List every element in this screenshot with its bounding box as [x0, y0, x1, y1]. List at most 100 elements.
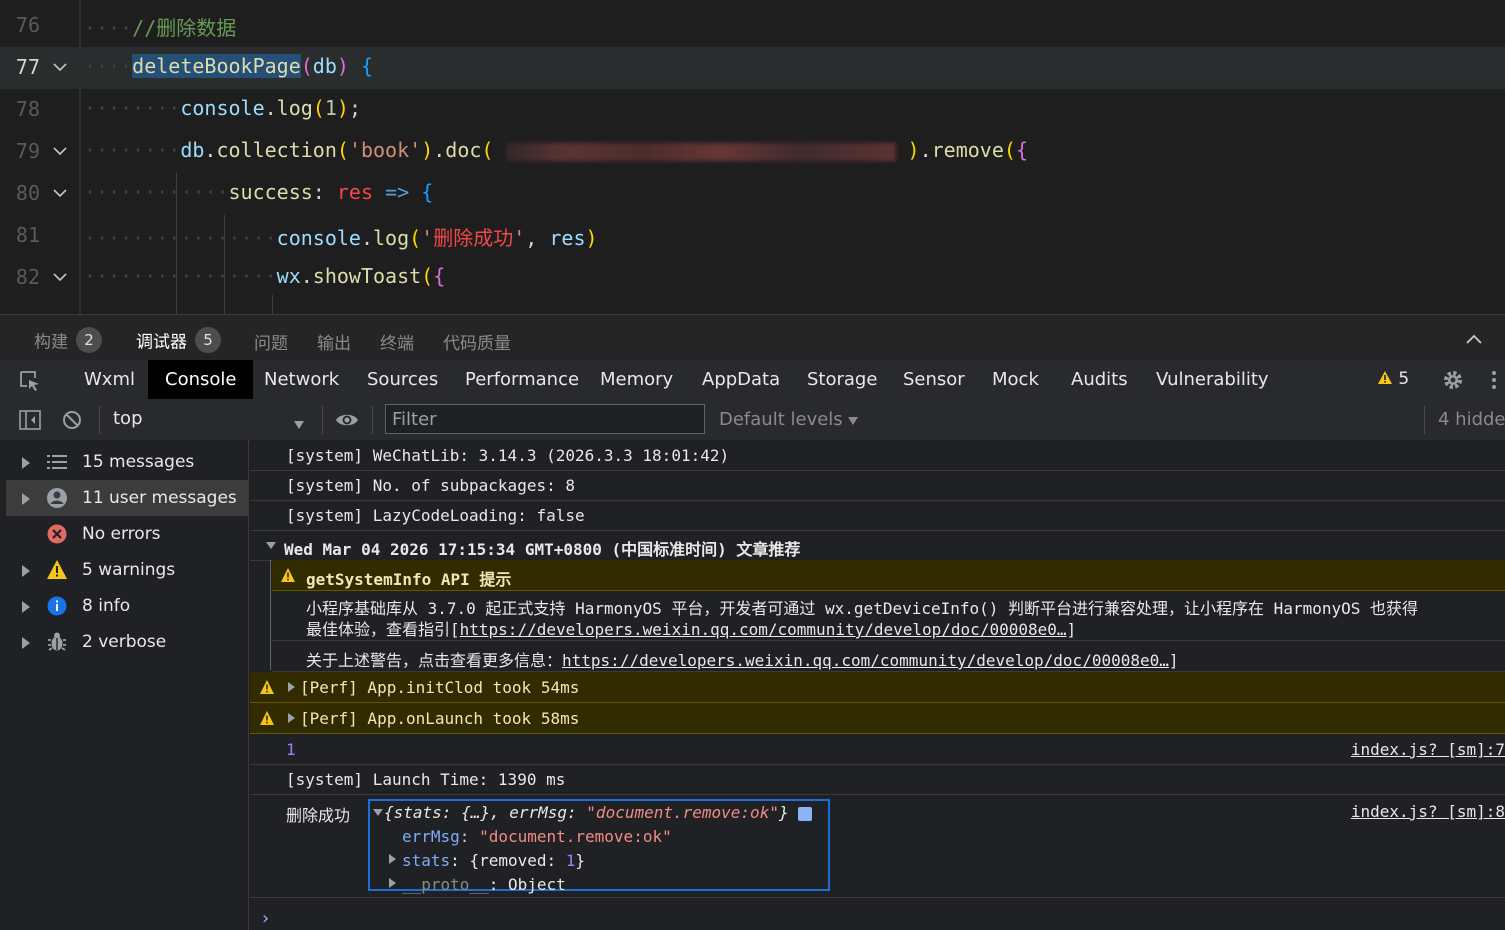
tab-wxml[interactable]: Wxml	[67, 360, 152, 399]
code-line-77[interactable]: 77 ····deleteBookPage(db) {	[0, 47, 1505, 89]
expand-arrow-icon[interactable]	[22, 457, 30, 469]
chevron-down-icon[interactable]	[52, 143, 68, 159]
console-toolbar: top Default levels 4 hidden	[0, 400, 1505, 441]
console-message[interactable]: 小程序基础库从 3.7.0 起正式支持 HarmonyOS 平台，开发者可通过 …	[272, 590, 1505, 641]
dropdown-arrow-icon[interactable]	[293, 415, 305, 434]
filter-input[interactable]	[385, 404, 705, 434]
expand-arrow-icon[interactable]	[389, 854, 396, 864]
console-message[interactable]: 关于上述警告，点击查看更多信息：https://developers.weixi…	[272, 641, 1505, 672]
sidebar-item-messages[interactable]: 15 messages	[6, 444, 248, 480]
chevron-down-icon[interactable]	[52, 59, 68, 75]
tab-mock[interactable]: Mock	[975, 360, 1056, 399]
tab-network[interactable]: Network	[247, 360, 356, 399]
expand-arrow-icon[interactable]	[288, 682, 295, 692]
expand-arrow-icon[interactable]	[22, 637, 30, 649]
warning-counter[interactable]: 5	[1377, 369, 1409, 389]
code-editor[interactable]: 76 ····//删除数据 77 ····deleteBookPage(db) …	[0, 0, 1505, 314]
tab-vulnerability[interactable]: Vulnerability	[1139, 360, 1286, 399]
sidebar-item-warnings[interactable]: 5 warnings	[6, 552, 248, 588]
expand-arrow-icon[interactable]	[22, 565, 30, 577]
code-text: ····//删除数据	[84, 16, 237, 40]
console-prompt[interactable]: ›	[262, 908, 269, 929]
tab-sources[interactable]: Sources	[350, 360, 455, 399]
warning-icon	[260, 711, 274, 725]
console-warning[interactable]: getSystemInfo API 提示	[272, 560, 1505, 591]
tab-output[interactable]: 输出	[317, 329, 351, 354]
sidebar-item-user-messages[interactable]: 11 user messages	[6, 480, 248, 516]
inspect-element-icon[interactable]	[18, 369, 42, 393]
bug-icon	[46, 631, 68, 653]
doc-link[interactable]: https://developers.weixin.qq.com/communi…	[460, 620, 1067, 639]
code-line-78[interactable]: 78 ········console.log(1);	[0, 89, 1505, 131]
tab-appdata[interactable]: AppData	[685, 360, 797, 399]
tab-badge: 5	[195, 327, 221, 353]
tab-sensor[interactable]: Sensor	[886, 360, 982, 399]
code-line-79[interactable]: 79 ········db.collection('book').doc( ).…	[0, 131, 1505, 173]
code-line-82[interactable]: 82 ················wx.showToast({	[0, 257, 1505, 299]
line-number: 78	[15, 97, 40, 121]
sidebar-item-info[interactable]: 8 info	[6, 588, 248, 624]
tab-memory[interactable]: Memory	[583, 360, 690, 399]
panel-tab-bar: 构建 2 调试器 5 问题 输出 终端 代码质量	[0, 314, 1505, 361]
sidebar-item-errors[interactable]: No errors	[6, 516, 248, 552]
console-log[interactable]: 1 index.js? [sm]:7	[250, 734, 1505, 765]
clear-console-icon[interactable]	[60, 409, 84, 431]
console-message[interactable]: [system] No. of subpackages: 8	[250, 470, 1505, 501]
eye-icon[interactable]	[334, 409, 360, 431]
collapse-arrow-icon[interactable]	[373, 809, 383, 816]
expand-arrow-icon[interactable]	[288, 713, 295, 723]
line-number: 79	[15, 139, 40, 163]
toolbar-separator	[99, 406, 100, 434]
tab-code-quality[interactable]: 代码质量	[443, 329, 511, 354]
toolbar-separator	[1424, 406, 1425, 434]
console-output[interactable]: [system] WeChatLib: 3.14.3 (2026.3.3 18:…	[250, 440, 1505, 930]
line-number: 82	[15, 265, 40, 289]
console-message[interactable]: [system] Launch Time: 1390 ms	[250, 764, 1505, 795]
code-text: ········db.collection('book').doc( ).rem…	[84, 138, 1028, 162]
console-message[interactable]: [system] LazyCodeLoading: false	[250, 500, 1505, 531]
warning-icon	[260, 680, 274, 694]
console-group-header[interactable]: Wed Mar 04 2026 17:15:34 GMT+0800 (中国标准时…	[250, 530, 1505, 561]
expand-arrow-icon[interactable]	[22, 601, 30, 613]
console-warning[interactable]: [Perf] App.onLaunch took 58ms	[250, 703, 1505, 734]
expand-arrow-icon[interactable]	[389, 878, 396, 888]
toolbar-separator	[372, 406, 373, 434]
console-warning[interactable]: [Perf] App.initClod took 54ms	[250, 672, 1505, 703]
context-selector[interactable]: top	[113, 408, 313, 432]
group-indent-bar	[270, 560, 271, 670]
code-text: ········console.log(1);	[84, 96, 361, 120]
collapse-arrow-icon[interactable]	[266, 542, 276, 549]
chevron-up-icon[interactable]	[1465, 331, 1483, 345]
chevron-down-icon[interactable]	[52, 269, 68, 285]
doc-link[interactable]: https://developers.weixin.qq.com/communi…	[562, 651, 1169, 670]
tab-build[interactable]: 构建 2	[34, 327, 102, 353]
expand-arrow-icon[interactable]	[22, 493, 30, 505]
tab-terminal[interactable]: 终端	[380, 329, 414, 354]
console-sidebar: 15 messages 11 user messages No errors 5…	[0, 440, 249, 930]
sidebar-toggle-icon[interactable]	[18, 409, 42, 431]
log-levels-dropdown[interactable]: Default levels	[719, 409, 859, 430]
code-text: ····deleteBookPage(db) {	[84, 54, 374, 78]
more-options-icon[interactable]	[1488, 368, 1500, 392]
tab-console[interactable]: Console	[148, 360, 254, 399]
indent-guide	[176, 173, 177, 314]
code-line-81[interactable]: 81 ················console.log('删除成功', r…	[0, 215, 1505, 257]
tab-storage[interactable]: Storage	[790, 360, 894, 399]
tab-problems[interactable]: 问题	[254, 329, 288, 354]
gear-icon[interactable]	[1441, 368, 1465, 392]
tab-debugger[interactable]: 调试器 5	[136, 327, 221, 353]
code-line-76[interactable]: 76 ····//删除数据	[0, 5, 1505, 47]
tab-performance[interactable]: Performance	[448, 360, 596, 399]
hidden-messages-count: 4 hidden	[1438, 409, 1505, 430]
object-inspector[interactable]: {stats: {…}, errMsg: "document.remove:ok…	[368, 799, 830, 894]
console-message[interactable]: [system] WeChatLib: 3.14.3 (2026.3.3 18:…	[250, 440, 1505, 471]
line-number: 81	[15, 223, 40, 247]
code-line-80[interactable]: 80 ············success: res => {	[0, 173, 1505, 215]
tab-audits[interactable]: Audits	[1054, 360, 1145, 399]
sidebar-item-verbose[interactable]: 2 verbose	[6, 624, 248, 660]
source-link[interactable]: index.js? [sm]:7	[1351, 740, 1505, 759]
source-link[interactable]: index.js? [sm]:8	[1351, 802, 1505, 821]
chevron-down-icon[interactable]	[52, 185, 68, 201]
line-number: 77	[15, 55, 40, 79]
code-text: ················console.log('删除成功', res)	[84, 226, 598, 250]
